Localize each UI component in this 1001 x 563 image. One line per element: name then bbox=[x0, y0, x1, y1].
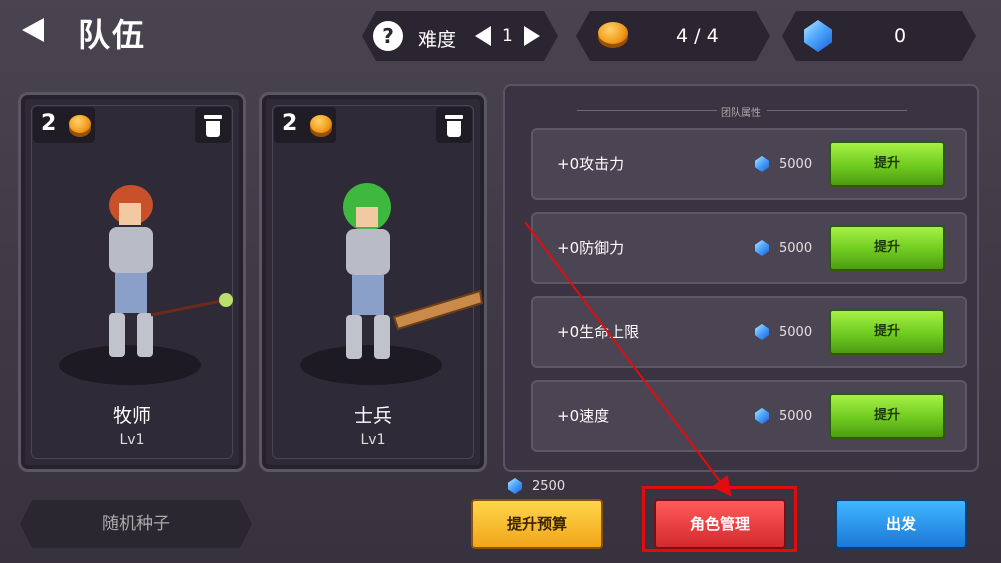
annotation-arrow bbox=[524, 221, 732, 497]
